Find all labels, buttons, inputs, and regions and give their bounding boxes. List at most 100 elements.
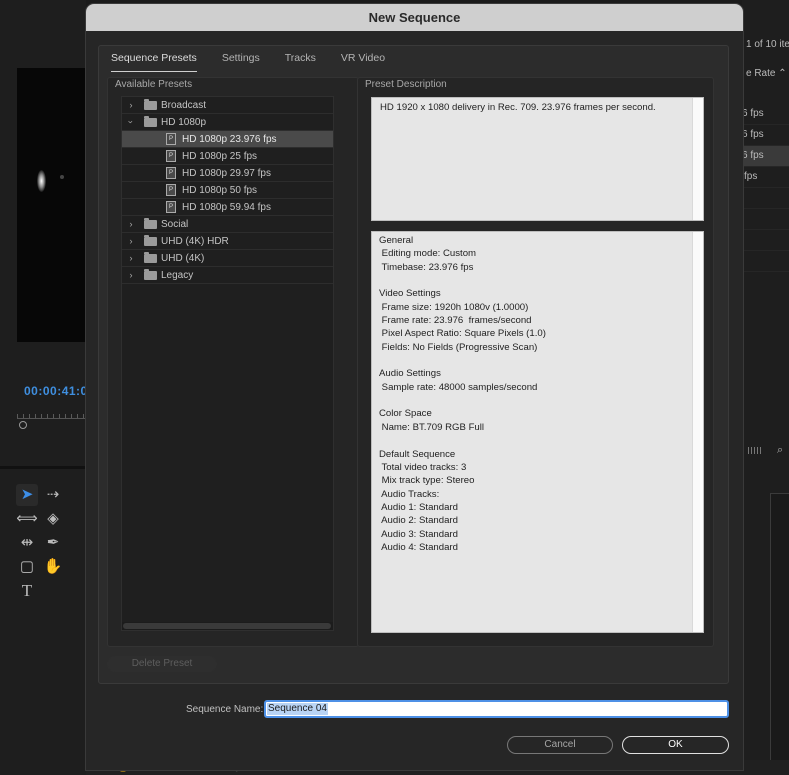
pen-tool-icon[interactable]: ✒ [42, 532, 64, 554]
list-item[interactable] [742, 251, 789, 272]
dialog-tabs: Sequence Presets Settings Tracks VR Vide… [111, 52, 410, 72]
column-header-frame-rate[interactable]: e Rate ⌃ [746, 68, 787, 79]
list-item[interactable]: fps [742, 167, 789, 188]
playhead-handle[interactable] [19, 421, 27, 429]
selection-tool-icon[interactable]: ➤ [16, 484, 38, 506]
preset-detail-line [379, 434, 696, 447]
folder-icon [144, 99, 157, 110]
chevron-right-icon[interactable]: › [126, 270, 136, 280]
video-highlight [37, 170, 46, 192]
tree-item-label: HD 1080p [161, 116, 207, 128]
preset-file-icon: P [166, 167, 176, 179]
preset-detail-line: Audio Settings [379, 368, 441, 380]
preset-file-icon: P [166, 201, 176, 213]
chevron-right-icon[interactable]: › [126, 100, 136, 110]
ripple-edit-tool-icon[interactable]: ⟺ [16, 508, 38, 530]
tree-item-label: UHD (4K) HDR [161, 235, 229, 247]
preset-detail-line: Audio Tracks: [379, 488, 440, 500]
folder-icon [144, 218, 157, 229]
tree-item-label: HD 1080p 25 fps [182, 150, 258, 162]
list-item[interactable] [742, 188, 789, 209]
horizontal-scrollbar[interactable] [122, 622, 333, 630]
delete-preset-button[interactable]: Delete Preset [107, 656, 217, 672]
tree-folder-legacy[interactable]: › Legacy [122, 267, 333, 284]
folder-icon [144, 252, 157, 263]
preset-detail-line: Audio 4: Standard [379, 541, 458, 553]
tree-folder-broadcast[interactable]: › Broadcast [122, 97, 333, 114]
sequence-name-value[interactable]: Sequence 04 [267, 703, 328, 715]
tree-item-label: Broadcast [161, 99, 207, 111]
tree-preset-hd-1080p-23976[interactable]: P HD 1080p 23.976 fps [122, 131, 333, 148]
preset-detail-line [379, 394, 696, 407]
timecode-display[interactable]: 00:00:41:0 [24, 384, 88, 398]
presets-tree[interactable]: › Broadcast › HD 1080p P HD 1080p 23.976… [121, 96, 334, 631]
list-item[interactable]: 6 fps [742, 104, 789, 125]
tree-item-label: HD 1080p 29.97 fps [182, 167, 271, 179]
preset-file-icon: P [166, 133, 176, 145]
tab-vr-video[interactable]: VR Video [341, 52, 385, 72]
vertical-scrollbar[interactable] [692, 232, 703, 632]
tree-preset-hd-1080p-5994[interactable]: P HD 1080p 59.94 fps [122, 199, 333, 216]
preset-summary-box: HD 1920 x 1080 delivery in Rec. 709. 23.… [371, 97, 704, 221]
tab-sequence-presets[interactable]: Sequence Presets [111, 52, 197, 72]
tree-preset-hd-1080p-25[interactable]: P HD 1080p 25 fps [122, 148, 333, 165]
available-presets-label: Available Presets [115, 79, 193, 90]
vertical-scrollbar[interactable] [692, 98, 703, 220]
track-select-tool-icon[interactable]: ⇢ [42, 484, 64, 506]
ok-button[interactable]: OK [622, 736, 729, 754]
preset-detail-line: Pixel Aspect Ratio: Square Pixels (1.0) [379, 328, 546, 340]
folder-icon [144, 235, 157, 246]
tree-item-label: UHD (4K) [161, 252, 205, 264]
sequence-name-field[interactable] [264, 700, 729, 718]
chevron-right-icon[interactable]: › [126, 253, 136, 263]
time-ruler[interactable] [17, 411, 86, 419]
sequence-name-label: Sequence Name: [186, 704, 264, 715]
preset-detail-line: Audio 3: Standard [379, 528, 458, 540]
chevron-down-icon[interactable]: › [126, 117, 136, 127]
preset-detail-line: General [379, 235, 414, 246]
preset-detail-line: Audio 1: Standard [379, 501, 458, 513]
tree-folder-hd-1080p[interactable]: › HD 1080p [122, 114, 333, 131]
list-item[interactable] [742, 230, 789, 251]
preset-file-icon: P [166, 150, 176, 162]
chevron-right-icon[interactable]: › [126, 219, 136, 229]
video-preview [17, 68, 86, 342]
dialog-title: New Sequence [368, 10, 461, 25]
razor-tool-icon[interactable]: ◈ [42, 508, 64, 530]
preset-summary-text: HD 1920 x 1080 delivery in Rec. 709. 23.… [380, 102, 656, 113]
tab-tracks[interactable]: Tracks [285, 52, 316, 72]
preset-file-icon: P [166, 184, 176, 196]
preset-detail-line [379, 274, 696, 287]
scrollbar-thumb[interactable] [123, 623, 331, 629]
cancel-button[interactable]: Cancel [507, 736, 613, 754]
preset-detail-line: Timebase: 23.976 fps [379, 261, 474, 273]
tree-folder-uhd-4k[interactable]: › UHD (4K) [122, 250, 333, 267]
tree-item-label: Legacy [161, 269, 194, 281]
preset-detail-line: Fields: No Fields (Progressive Scan) [379, 341, 538, 353]
preset-detail-line: Frame size: 1920h 1080v (1.0000) [379, 301, 529, 313]
type-tool-icon[interactable]: T [16, 580, 38, 602]
tab-settings[interactable]: Settings [222, 52, 260, 72]
list-view-icon[interactable] [748, 447, 762, 454]
preset-detail-line [379, 354, 696, 367]
hand-tool-icon[interactable]: ✋ [42, 556, 64, 578]
tree-folder-uhd-4k-hdr[interactable]: › UHD (4K) HDR [122, 233, 333, 250]
chevron-right-icon[interactable]: › [126, 236, 136, 246]
video-highlight-small [60, 175, 64, 179]
tree-folder-social[interactable]: › Social [122, 216, 333, 233]
dialog-titlebar[interactable]: New Sequence [86, 4, 743, 31]
rectangle-tool-icon[interactable]: ▢ [16, 556, 38, 578]
panel-divider [0, 466, 86, 469]
tree-preset-hd-1080p-50[interactable]: P HD 1080p 50 fps [122, 182, 333, 199]
tools-panel: ➤ ⇢ ⟺ ◈ ⇹ ✒ ▢ ✋ T [8, 480, 86, 775]
list-item[interactable] [742, 209, 789, 230]
list-item[interactable]: 6 fps [742, 125, 789, 146]
preset-description-label: Preset Description [365, 79, 447, 90]
preset-detail-line: Video Settings [379, 288, 441, 300]
list-item[interactable]: 6 fps [742, 146, 789, 167]
folder-icon [144, 116, 157, 127]
tree-preset-hd-1080p-2997[interactable]: P HD 1080p 29.97 fps [122, 165, 333, 182]
search-icon[interactable]: ⌕ [777, 444, 783, 457]
preset-details-list: General Editing mode: Custom Timebase: 2… [379, 234, 696, 554]
slip-tool-icon[interactable]: ⇹ [16, 532, 38, 554]
